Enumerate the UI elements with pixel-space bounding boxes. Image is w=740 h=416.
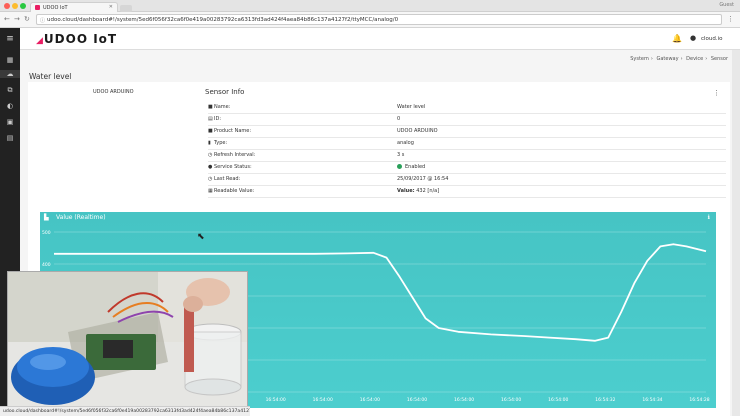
x-tick-label: 16:54:00 <box>313 397 333 403</box>
browser-user-label[interactable]: Guest <box>719 2 734 8</box>
url-text: udoo.cloud/dashboard#!/system/5ed6f056f3… <box>47 17 399 23</box>
breadcrumb: System › Gateway › Device › Sensor <box>630 56 728 62</box>
info-row-name: ■Name: Water level <box>208 102 726 114</box>
info-value: UDOO ARDUINO <box>397 128 438 134</box>
hamburger-menu-icon[interactable]: ≡ <box>0 28 20 50</box>
scrollbar[interactable] <box>732 50 740 416</box>
device-label: UDOO ARDUINO <box>93 89 134 95</box>
favicon-icon <box>35 5 40 10</box>
status-dot-icon <box>397 164 402 169</box>
video-overlay <box>7 271 248 407</box>
breadcrumb-gateway[interactable]: Gateway <box>656 56 678 62</box>
status-badge: Enabled <box>397 164 425 170</box>
info-value: Value: 432 [n/a] <box>397 188 440 194</box>
browser-titlebar: UDOO IoT ✕ Guest <box>0 0 740 12</box>
info-row-product: ■Product Name: UDOO ARDUINO <box>208 126 726 138</box>
breadcrumb-sensor: Sensor <box>710 56 728 62</box>
info-value: 25/09/2017 @ 16:54 <box>397 176 449 182</box>
forward-icon[interactable]: → <box>14 15 20 23</box>
y-tick-label: 500 <box>42 230 51 236</box>
x-tick-label: 16:54:00 <box>407 397 427 403</box>
back-icon[interactable]: ← <box>4 15 10 23</box>
x-tick-label: 16:54:28 <box>689 397 709 403</box>
video-frame-illustration <box>8 272 247 406</box>
x-tick-label: 16:54:00 <box>501 397 521 403</box>
info-row-refresh: ◷ Refresh Interval: 3 s <box>208 150 726 162</box>
page-info-icon[interactable]: ⓘ <box>40 17 45 24</box>
close-window-icon[interactable] <box>4 3 10 9</box>
info-value: analog <box>397 140 414 146</box>
browser-window: UDOO IoT ✕ Guest ← → ↻ ⓘ udoo.cloud/dash… <box>0 0 740 416</box>
page-title: Water level <box>29 72 72 81</box>
y-tick-label: 400 <box>42 262 51 268</box>
logo-mark-icon: ◢ <box>36 36 44 46</box>
info-row-last-read: ◷ Last Read: 25/09/2017 @ 16:54 <box>208 174 726 186</box>
address-bar-row: ← → ↻ ⓘ udoo.cloud/dashboard#!/system/5e… <box>0 12 740 28</box>
breadcrumb-device[interactable]: Device <box>686 56 703 62</box>
sidebar-settings-icon[interactable]: ▣ <box>0 118 20 126</box>
x-tick-label: 16:54:00 <box>266 397 286 403</box>
browser-menu-icon[interactable]: ⋮ <box>727 15 734 23</box>
more-options-icon[interactable]: ⋮ <box>713 89 720 97</box>
sidebar-toggle-icon[interactable]: ◐ <box>0 102 20 110</box>
maximize-window-icon[interactable] <box>20 3 26 9</box>
minimize-window-icon[interactable] <box>12 3 18 9</box>
user-name[interactable]: cloud.io <box>701 36 723 42</box>
close-tab-icon[interactable]: ✕ <box>109 4 113 10</box>
browser-tab[interactable]: UDOO IoT ✕ <box>30 2 118 12</box>
x-tick-label: 16:54:00 <box>454 397 474 403</box>
status-bar-url: udoo.cloud/dashboard#!/system/5ed6f056f3… <box>0 406 250 416</box>
x-tick-label: 16:54:00 <box>548 397 568 403</box>
tab-title: UDOO IoT <box>43 5 68 11</box>
info-row-type: ▮ Type: analog <box>208 138 726 150</box>
notification-bell-icon[interactable]: 🔔 <box>672 34 682 43</box>
x-tick-label: 16:54:34 <box>642 397 662 403</box>
mouse-cursor-icon: ⬉ <box>197 232 205 242</box>
info-value: Water level <box>397 104 426 110</box>
user-avatar-icon[interactable]: ● <box>690 34 696 42</box>
x-tick-label: 16:54:00 <box>360 397 380 403</box>
info-value: 0 <box>397 116 401 122</box>
info-row-readable: ▦Readable Value: Value: 432 [n/a] <box>208 186 726 198</box>
udoo-iot-logo[interactable]: ◢UDOO IoT <box>36 32 117 46</box>
sidebar-cloud-icon[interactable]: ☁ <box>0 70 20 78</box>
sidebar-list-icon[interactable]: ▤ <box>0 134 20 142</box>
new-tab-button[interactable] <box>120 5 132 12</box>
info-value: 3 s <box>397 152 405 158</box>
breadcrumb-system[interactable]: System <box>630 56 649 62</box>
reload-icon[interactable]: ↻ <box>24 15 30 23</box>
info-row-id: ▤ID: 0 <box>208 114 726 126</box>
x-tick-label: 16:54:32 <box>595 397 615 403</box>
info-row-status: ● Service Status: Enabled <box>208 162 726 174</box>
url-input[interactable]: ⓘ udoo.cloud/dashboard#!/system/5ed6f056… <box>36 14 722 25</box>
sidebar-dashboard-icon[interactable]: ▦ <box>0 56 20 64</box>
sensor-info-title: Sensor Info <box>205 88 245 96</box>
app-header: ≡ ◢UDOO IoT 🔔 ● cloud.io <box>0 28 740 50</box>
sidebar-network-icon[interactable]: ⧉ <box>0 86 20 95</box>
